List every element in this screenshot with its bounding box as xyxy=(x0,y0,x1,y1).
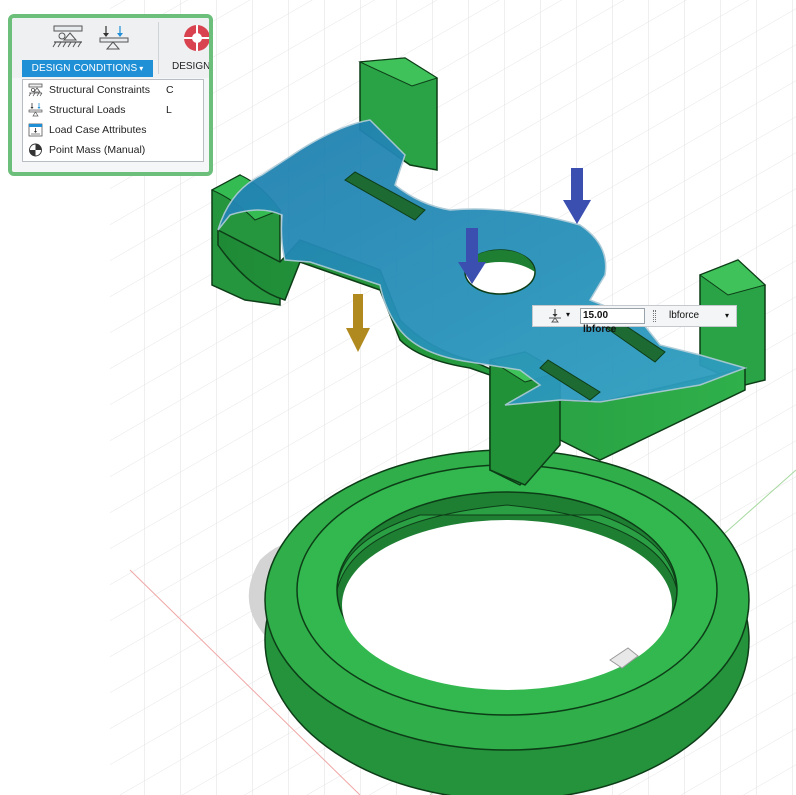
design-conditions-button[interactable]: DESIGN CONDITIONS ▾ xyxy=(22,60,153,77)
design-conditions-panel: DESIGN CONDITIONS ▾ DESIGN Structural Con… xyxy=(8,14,213,176)
design-conditions-label: DESIGN CONDITIONS xyxy=(31,63,138,74)
chevron-down-icon: ▾ xyxy=(724,311,729,320)
menu-item-label: Load Case Attributes xyxy=(49,124,147,136)
point-mass-icon xyxy=(29,143,42,157)
design-conditions-menu: Structural Constraints C Structural Load… xyxy=(22,79,204,162)
design-button-label[interactable]: DESIGN xyxy=(172,61,209,72)
menu-item-structural-loads[interactable]: Structural Loads L xyxy=(23,100,203,120)
design-icon[interactable] xyxy=(180,24,213,54)
load-case-attributes-icon xyxy=(28,123,43,137)
menu-item-load-case-attributes[interactable]: Load Case Attributes xyxy=(23,120,203,140)
structural-loads-icon[interactable] xyxy=(96,24,132,54)
chevron-down-icon: ▾ xyxy=(139,64,144,73)
unit-select[interactable]: lbforce ▾ xyxy=(662,308,733,324)
menu-item-label: Structural Loads xyxy=(49,104,126,116)
structural-constraints-icon[interactable] xyxy=(50,24,86,54)
menu-item-label: Point Mass (Manual) xyxy=(49,144,146,156)
base-ring[interactable] xyxy=(264,449,750,795)
menu-item-shortcut: L xyxy=(166,104,172,116)
load-direction-icon[interactable] xyxy=(547,309,563,323)
menu-item-shortcut: C xyxy=(166,84,174,96)
ribbon-separator xyxy=(158,22,159,74)
menu-item-point-mass[interactable]: Point Mass (Manual) xyxy=(23,140,203,160)
load-magnitude-input[interactable]: 15.00 lbforce xyxy=(580,308,645,335)
structural-loads-icon xyxy=(28,103,43,117)
drag-handle-icon[interactable] xyxy=(653,310,656,322)
unit-select-value: lbforce xyxy=(669,310,700,321)
structural-constraints-icon xyxy=(28,83,43,97)
load-value-toolbar: ▾ 15.00 lbforce lbforce ▾ xyxy=(532,305,737,335)
chevron-down-icon[interactable]: ▾ xyxy=(566,310,570,319)
menu-item-label: Structural Constraints xyxy=(49,84,150,96)
ribbon: DESIGN CONDITIONS ▾ DESIGN xyxy=(12,18,209,78)
menu-item-structural-constraints[interactable]: Structural Constraints C xyxy=(23,80,203,100)
